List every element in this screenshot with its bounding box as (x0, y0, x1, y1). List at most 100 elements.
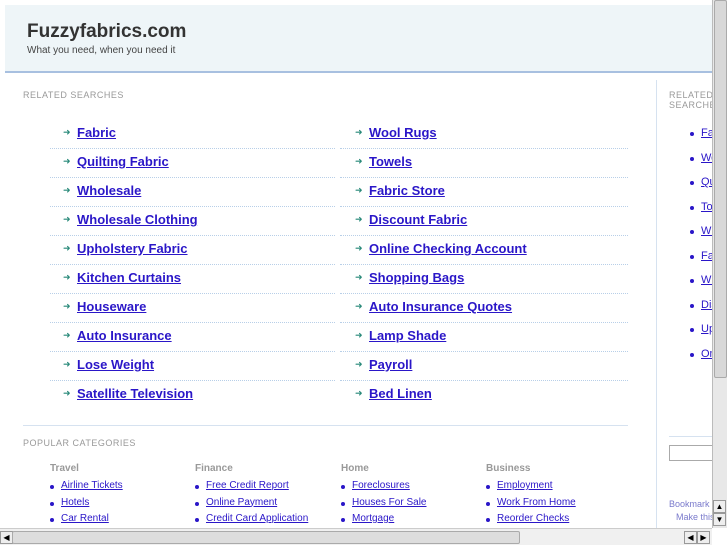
related-search-link[interactable]: Kitchen Curtains (77, 270, 181, 285)
sidebar-link[interactable]: Wholesale Clothing (701, 274, 712, 286)
arrow-icon: ➜ (63, 330, 71, 340)
arrow-icon: ➜ (355, 359, 363, 369)
bullet-icon (690, 205, 694, 210)
related-search-link[interactable]: Houseware (77, 299, 146, 314)
category-link[interactable]: Car Rental (61, 513, 109, 524)
bullet-icon (690, 156, 694, 161)
sidebar-link[interactable]: Wool Rugs (701, 152, 712, 164)
related-search-link[interactable]: Auto Insurance (77, 328, 172, 343)
category-heading: Travel (50, 463, 79, 474)
category-link[interactable]: Hotels (61, 497, 89, 508)
bullet-icon (50, 501, 54, 506)
bullet-icon (690, 230, 694, 234)
sidebar-label: RELATED SEARCHES (669, 90, 712, 110)
related-search-link[interactable]: Satellite Television (77, 386, 193, 401)
category-heading: Finance (195, 463, 233, 474)
arrow-icon: ➜ (63, 185, 71, 195)
site-tagline: What you need, when you need it (27, 45, 176, 56)
arrow-icon: ➜ (355, 272, 363, 282)
row-separator (50, 235, 335, 236)
bullet-icon (486, 518, 490, 522)
scroll-right-button[interactable]: ▶ (697, 531, 710, 544)
category-link[interactable]: Airline Tickets (61, 480, 123, 491)
search-input[interactable] (669, 445, 712, 461)
sidebar-link[interactable]: Quilting Fabric (701, 176, 712, 188)
bullet-icon (690, 181, 694, 185)
arrow-icon: ➜ (355, 185, 363, 195)
row-separator (50, 293, 335, 294)
row-separator (340, 148, 628, 149)
category-link[interactable]: Online Payment (206, 497, 277, 508)
row-separator (340, 380, 628, 381)
row-separator (50, 322, 335, 323)
bullet-icon (690, 279, 694, 283)
bullet-icon (486, 485, 490, 489)
related-search-link[interactable]: Upholstery Fabric (77, 241, 188, 256)
related-search-link[interactable]: Shopping Bags (369, 270, 464, 285)
arrow-icon: ➜ (355, 330, 363, 340)
right-sidebar: RELATED SEARCHES Fabric Wool Rugs Quilting… (656, 80, 712, 528)
arrow-icon: ➜ (63, 301, 71, 311)
sidebar-link[interactable]: Upholstery Fabric (701, 323, 712, 335)
row-separator (340, 264, 628, 265)
category-link[interactable]: Mortgage (352, 513, 394, 524)
scroll-down-button[interactable]: ▼ (713, 513, 726, 526)
bullet-icon (486, 501, 490, 506)
related-search-link[interactable]: Towels (369, 154, 412, 169)
horizontal-scroll-thumb[interactable] (12, 531, 520, 544)
site-title: Fuzzyfabrics.com (27, 21, 187, 42)
scroll-left-button-2[interactable]: ◀ (684, 531, 697, 544)
arrow-icon: ➜ (63, 243, 71, 253)
site-header: Fuzzyfabrics.com What you need, when you… (5, 5, 727, 73)
sidebar-link[interactable]: Wholesale (701, 225, 712, 237)
arrow-icon: ➜ (63, 359, 71, 369)
homepage-link[interactable]: Make this your homepage (676, 512, 712, 522)
related-search-link[interactable]: Lose Weight (77, 357, 154, 372)
bullet-icon (195, 485, 199, 489)
category-heading: Home (341, 463, 369, 474)
category-link[interactable]: Free Credit Report (206, 480, 289, 491)
related-search-link[interactable]: Discount Fabric (369, 212, 467, 227)
category-link[interactable]: Work From Home (497, 497, 576, 508)
bookmark-link[interactable]: Bookmark this page (669, 499, 712, 509)
bullet-icon (195, 518, 199, 522)
horizontal-scrollbar[interactable]: ◀ ◀ ▶ (0, 528, 712, 545)
related-search-link[interactable]: Fabric (77, 125, 116, 140)
arrow-icon: ➜ (355, 156, 363, 166)
related-search-link[interactable]: Wholesale Clothing (77, 212, 198, 227)
sidebar-link[interactable]: Fabric Store (701, 250, 712, 262)
related-search-link[interactable]: Wool Rugs (369, 125, 437, 140)
arrow-icon: ➜ (63, 214, 71, 224)
sidebar-link[interactable]: Towels (701, 201, 712, 213)
bullet-icon (690, 254, 694, 259)
related-search-link[interactable]: Bed Linen (369, 386, 432, 401)
bullet-icon (195, 501, 199, 506)
category-link[interactable]: Houses For Sale (352, 497, 426, 508)
arrow-icon: ➜ (355, 301, 363, 311)
related-search-link[interactable]: Auto Insurance Quotes (369, 299, 512, 314)
related-search-link[interactable]: Lamp Shade (369, 328, 446, 343)
divider (669, 436, 712, 437)
category-link[interactable]: Credit Card Application (206, 513, 308, 524)
related-search-link[interactable]: Wholesale (77, 183, 141, 198)
bullet-icon (50, 485, 54, 489)
vertical-scrollbar[interactable]: ▲ ▼ (712, 0, 727, 528)
related-search-link[interactable]: Quilting Fabric (77, 154, 169, 169)
arrow-icon: ➜ (63, 272, 71, 282)
related-search-link[interactable]: Payroll (369, 357, 412, 372)
sidebar-link[interactable]: Discount Fabric (701, 299, 712, 311)
sidebar-link[interactable]: Online Checking Account (701, 348, 712, 360)
bullet-icon (690, 328, 694, 332)
related-search-link[interactable]: Online Checking Account (369, 241, 527, 256)
category-link[interactable]: Employment (497, 480, 553, 491)
row-separator (50, 380, 335, 381)
arrow-icon: ➜ (63, 388, 71, 398)
related-search-link[interactable]: Fabric Store (369, 183, 445, 198)
sidebar-link[interactable]: Fabric (701, 127, 712, 139)
row-separator (340, 351, 628, 352)
scroll-up-button[interactable]: ▲ (713, 500, 726, 513)
bullet-icon (341, 485, 345, 489)
category-link[interactable]: Foreclosures (352, 480, 410, 491)
category-link[interactable]: Reorder Checks (497, 513, 569, 524)
vertical-scroll-thumb[interactable] (714, 0, 727, 378)
